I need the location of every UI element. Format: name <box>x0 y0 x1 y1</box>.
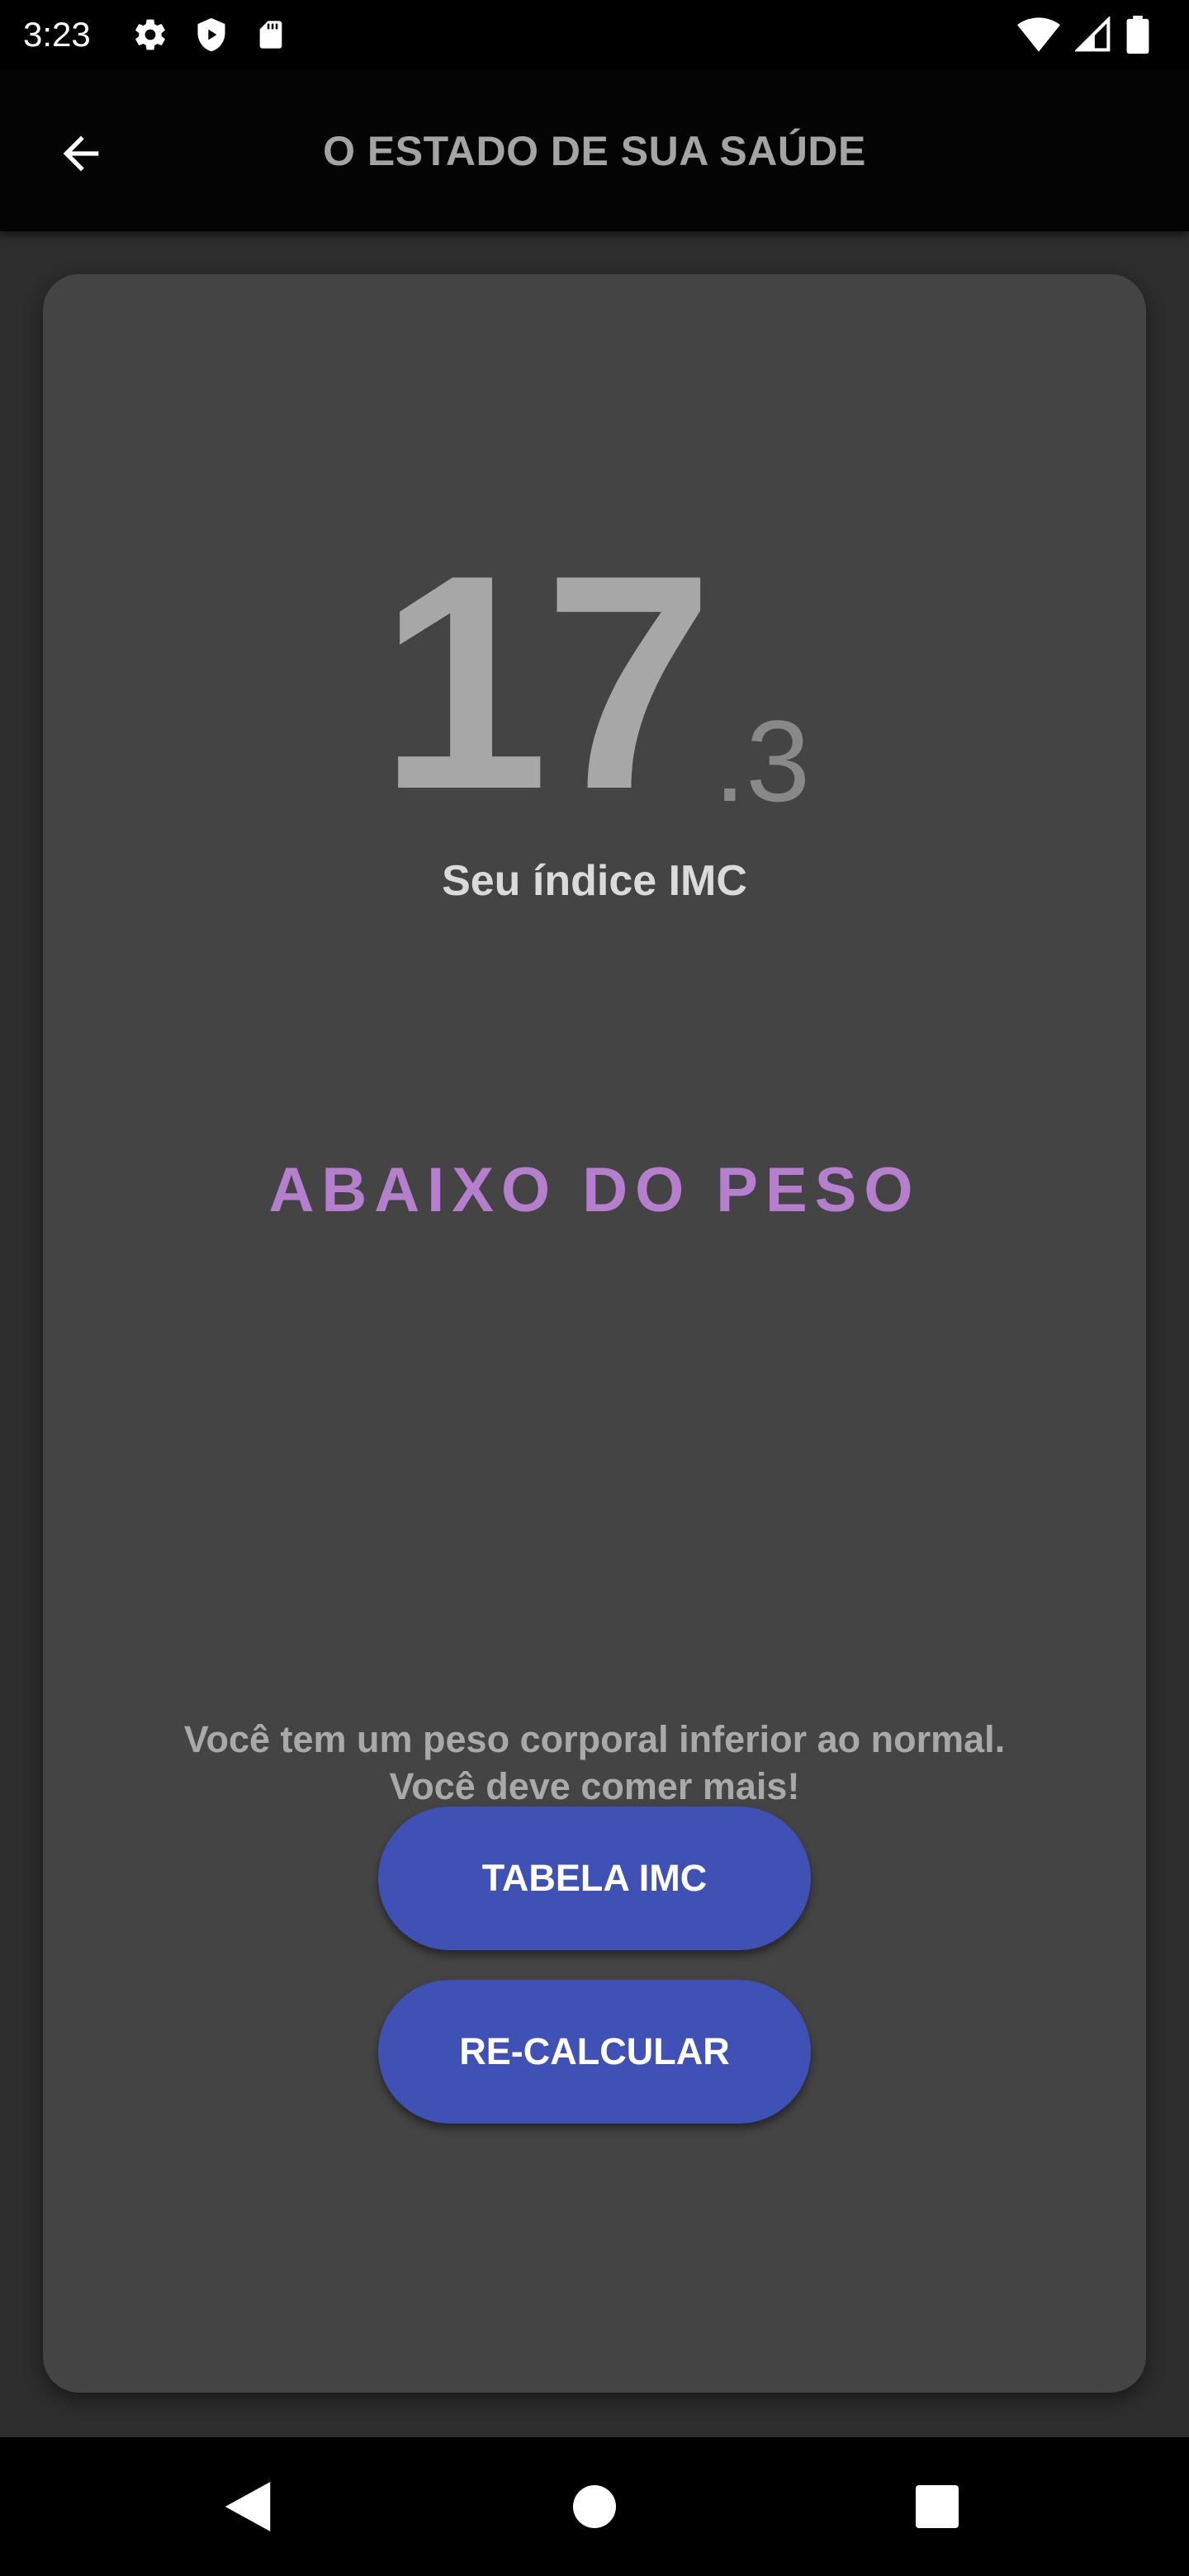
page-title: O ESTADO DE SUA SAÚDE <box>323 128 866 174</box>
screen: 3:23 O ESTADO DE SUA SAÚDE 17.3 Seu índi… <box>0 0 1189 2576</box>
status-time: 3:23 <box>23 15 91 54</box>
settings-icon <box>135 19 165 50</box>
sd-card-icon <box>259 21 282 49</box>
shield-icon <box>197 17 225 52</box>
nav-back-icon <box>225 2482 271 2531</box>
nav-back-button[interactable] <box>206 2465 289 2548</box>
wifi-icon <box>1017 17 1060 52</box>
bmi-table-button[interactable]: TABELA IMC <box>378 1807 811 1950</box>
status-icons-right <box>1017 15 1149 54</box>
bmi-message-line2: Você deve comer mais! <box>389 1765 800 1807</box>
navigation-bar <box>0 2437 1189 2576</box>
bmi-status: ABAIXO DO PESO <box>268 1155 921 1225</box>
status-bar: 3:23 <box>0 0 1189 69</box>
recalculate-button[interactable]: RE-CALCULAR <box>378 1980 811 2124</box>
nav-recents-icon <box>916 2485 959 2528</box>
bmi-caption: Seu índice IMC <box>442 857 747 905</box>
bmi-message: Você tem um peso corporal inferior ao no… <box>43 1716 1146 1810</box>
status-icons-left <box>132 15 287 54</box>
battery-icon <box>1126 16 1149 54</box>
nav-home-icon <box>573 2485 616 2528</box>
app-bar: O ESTADO DE SUA SAÚDE <box>0 69 1189 231</box>
nav-recents-button[interactable] <box>896 2465 978 2548</box>
result-card: 17.3 Seu índice IMC ABAIXO DO PESO Você … <box>43 274 1146 2393</box>
nav-home-button[interactable] <box>553 2465 636 2548</box>
signal-icon <box>1075 17 1111 52</box>
bmi-decimal: .3 <box>713 696 811 826</box>
bmi-value: 17.3 <box>43 530 1146 836</box>
bmi-message-line1: Você tem um peso corporal inferior ao no… <box>183 1718 1006 1760</box>
bmi-integer: 17 <box>378 512 714 853</box>
